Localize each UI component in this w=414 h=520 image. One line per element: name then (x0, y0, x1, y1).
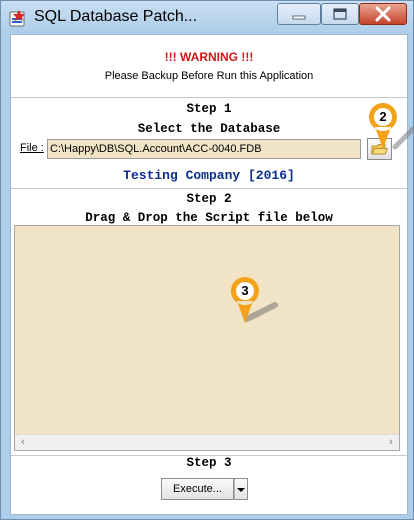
script-drop-zone[interactable]: ‹ › (14, 225, 400, 451)
step1-subheading: Select the Database (137, 122, 281, 136)
file-label-text: File : (20, 142, 44, 154)
minimize-icon (292, 15, 306, 20)
file-label: File : (20, 142, 44, 154)
step2-subheading: Drag & Drop the Script file below (85, 211, 333, 225)
client-area: !!! WARNING !!! Please Backup Before Run… (10, 34, 408, 515)
app-window: SQL Database Patch... !!! WARNING !!! Pl… (0, 0, 414, 520)
minimize-button[interactable] (277, 3, 321, 25)
callout-pin-3: 3 (229, 275, 285, 335)
warning-title: !!! WARNING !!! (164, 50, 254, 64)
callout-2-number: 2 (379, 109, 387, 124)
step1-heading: Step 1 (186, 102, 232, 116)
divider (11, 97, 407, 98)
window-title: SQL Database Patch... (34, 8, 198, 25)
callout-pin-2-icon (368, 103, 414, 150)
title-bar[interactable]: SQL Database Patch... (1, 1, 413, 33)
close-icon (375, 6, 391, 22)
step3-heading: Step 3 (186, 456, 232, 470)
step2-heading: Step 2 (186, 192, 232, 206)
warning-message: Please Backup Before Run this Applicatio… (104, 70, 314, 82)
chevron-left-icon[interactable]: ‹ (15, 435, 31, 450)
company-name: Testing Company [2016] (123, 168, 295, 183)
app-icon (9, 10, 25, 27)
callout-3-number: 3 (241, 283, 249, 298)
horizontal-scrollbar[interactable]: ‹ › (15, 434, 399, 450)
chevron-down-icon (237, 488, 245, 492)
maximize-icon (333, 8, 347, 20)
execute-dropdown-button[interactable] (234, 478, 248, 500)
execute-button[interactable]: Execute... (161, 478, 234, 500)
callout-pin-2: 2 (367, 99, 414, 161)
divider (11, 188, 407, 189)
close-button[interactable] (359, 3, 407, 25)
file-path-field[interactable]: C:\Happy\DB\SQL.Account\ACC-0040.FDB (47, 139, 361, 159)
callout-pin-3-icon (230, 277, 278, 323)
chevron-right-icon[interactable]: › (383, 435, 399, 450)
maximize-button[interactable] (321, 3, 359, 25)
